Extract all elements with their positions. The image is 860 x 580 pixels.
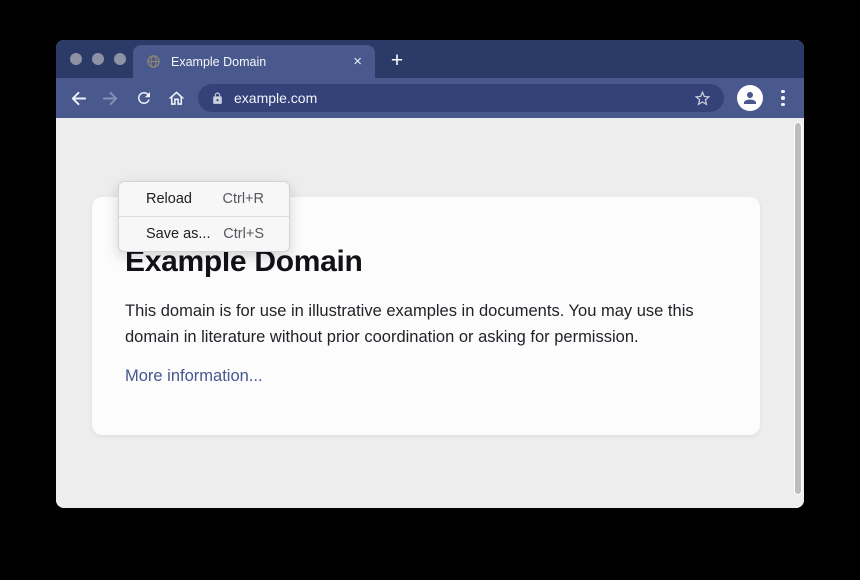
minimize-window-button[interactable] xyxy=(92,53,104,65)
tab-close-icon[interactable]: × xyxy=(353,54,362,69)
lock-icon[interactable] xyxy=(211,91,224,106)
browser-tab[interactable]: Example Domain × xyxy=(133,45,375,78)
back-button[interactable] xyxy=(66,86,90,110)
reload-button[interactable] xyxy=(132,86,156,110)
kebab-dot-icon xyxy=(781,96,785,100)
screenshot-root: { "colors": { "frame": "#2b3a66", "chrom… xyxy=(0,0,860,580)
person-icon xyxy=(741,89,759,107)
browser-window: Example Domain × + xyxy=(56,40,804,508)
page-viewport: Example Domain This domain is for use in… xyxy=(56,118,804,508)
kebab-dot-icon xyxy=(781,103,785,107)
menu-item-label: Save as... xyxy=(146,226,210,242)
home-icon xyxy=(167,89,186,108)
url-text: example.com xyxy=(234,90,693,106)
navigation-toolbar: example.com xyxy=(56,78,804,118)
profile-avatar-button[interactable] xyxy=(737,85,763,111)
title-bar: Example Domain × + xyxy=(56,40,804,78)
home-button[interactable] xyxy=(164,86,188,110)
menu-item-shortcut: Ctrl+S xyxy=(223,226,264,242)
kebab-dot-icon xyxy=(781,90,785,94)
context-menu-item-reload[interactable]: Reload Ctrl+R xyxy=(119,182,289,216)
menu-item-label: Reload xyxy=(146,191,192,207)
context-menu-item-save-as[interactable]: Save as... Ctrl+S xyxy=(119,217,289,251)
menu-item-shortcut: Ctrl+R xyxy=(223,191,265,207)
address-bar[interactable]: example.com xyxy=(198,84,724,112)
globe-favicon-icon xyxy=(146,54,161,69)
reload-icon xyxy=(135,89,153,107)
context-menu: Reload Ctrl+R Save as... Ctrl+S xyxy=(118,181,290,252)
back-arrow-icon xyxy=(69,89,88,108)
bookmark-star-icon[interactable] xyxy=(693,89,712,108)
forward-button[interactable] xyxy=(98,86,122,110)
more-information-link[interactable]: More information... xyxy=(125,367,263,386)
tab-title: Example Domain xyxy=(171,55,345,69)
close-window-button[interactable] xyxy=(70,53,82,65)
vertical-scrollbar[interactable] xyxy=(794,122,802,495)
new-tab-button[interactable]: + xyxy=(384,48,410,74)
plus-icon: + xyxy=(391,49,403,73)
forward-arrow-icon xyxy=(101,89,120,108)
browser-menu-button[interactable] xyxy=(772,86,794,110)
maximize-window-button[interactable] xyxy=(114,53,126,65)
page-paragraph: This domain is for use in illustrative e… xyxy=(125,299,717,350)
traffic-lights xyxy=(70,53,126,65)
